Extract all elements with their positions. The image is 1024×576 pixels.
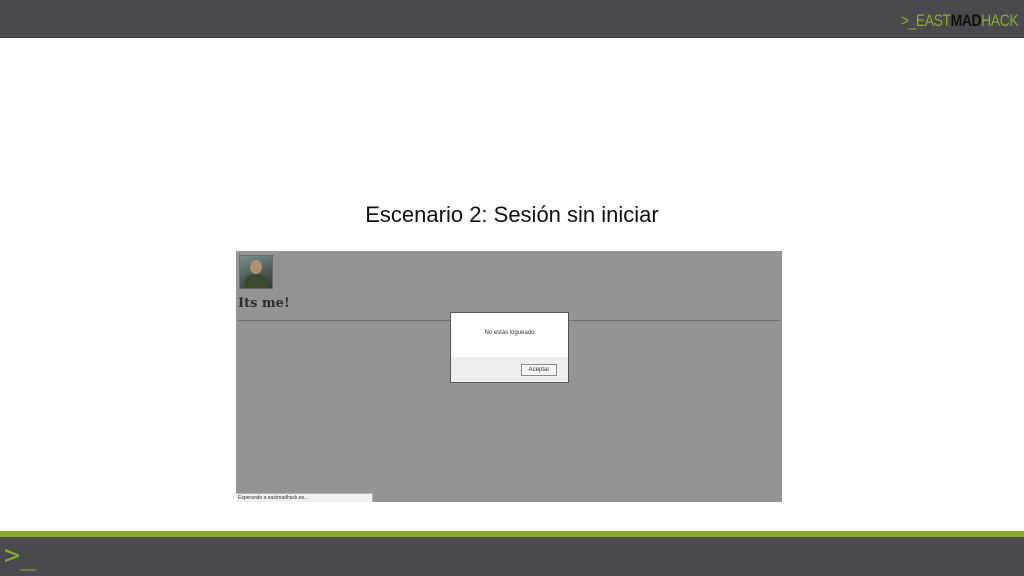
alert-message: No estás logueado <box>484 330 535 336</box>
browser-status-bar: Esperando a eastmadhack.es... <box>236 493 373 502</box>
alert-dialog: No estás logueado Aceptar <box>450 312 569 383</box>
avatar-head <box>250 260 262 274</box>
eastmadhack-logo: >_EASTMADHACK <box>900 11 1019 31</box>
slide-title: Escenario 2: Sesión sin iniciar <box>365 202 659 227</box>
logo-mad: MAD <box>950 11 981 30</box>
top-bar: >_EASTMADHACK <box>0 0 1024 38</box>
terminal-prompt-icon: >_ <box>4 540 37 571</box>
alert-footer: Aceptar <box>451 357 568 382</box>
logo-east: _EAST <box>908 11 951 30</box>
accept-button[interactable]: Aceptar <box>521 364 557 376</box>
logo-prompt: > <box>900 11 909 30</box>
embedded-screenshot: Its me! No estás logueado Aceptar Espera… <box>236 251 782 502</box>
page-heading: Its me! <box>238 296 290 311</box>
avatar-body <box>245 274 267 288</box>
avatar <box>239 255 273 289</box>
slide: >_EASTMADHACK Escenario 2: Sesión sin in… <box>0 0 1024 576</box>
bottom-bar <box>0 537 1024 576</box>
logo-hack: HACK <box>980 11 1019 30</box>
